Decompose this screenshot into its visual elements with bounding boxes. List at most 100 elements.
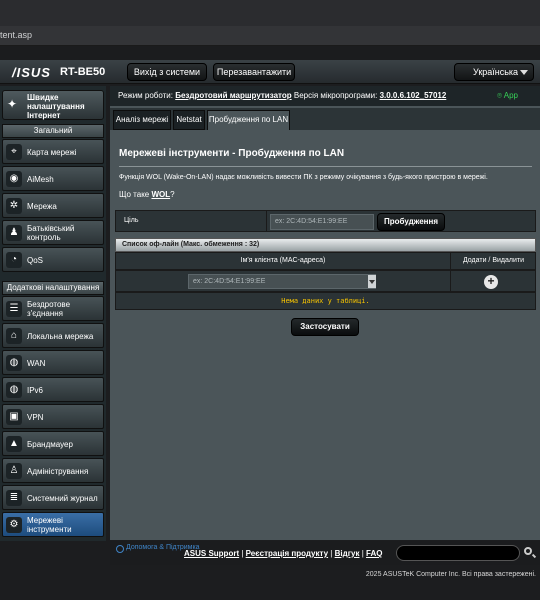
sidebar-item-lan[interactable]: ⌂ Локальна мережа xyxy=(2,323,104,348)
firmware-label: Версія мікропрограми: xyxy=(293,91,378,100)
footer-link-faq[interactable]: FAQ xyxy=(366,549,382,558)
status-bar: Режим роботи: Бездротовий маршрутизатор … xyxy=(110,86,540,106)
language-select[interactable]: Українська xyxy=(454,63,534,81)
client-dropdown-toggle[interactable] xyxy=(368,275,376,288)
sidebar-item-label: Брандмауер xyxy=(27,440,73,449)
tab-netstat[interactable]: Netstat xyxy=(173,110,205,130)
asus-logo: /ISUS xyxy=(12,65,51,80)
wifi-icon: ☰ xyxy=(6,301,22,317)
tab-wake-on-lan[interactable]: Пробудження по LAN xyxy=(207,110,290,130)
sidebar-item-firewall[interactable]: ▲ Брандмауер xyxy=(2,431,104,456)
help-icon xyxy=(116,545,124,553)
column-client: Ім'я клієнта (MAC-адреса) xyxy=(240,257,326,264)
empty-table-message: Нема даних у таблиці. xyxy=(115,292,536,310)
sidebar-item-label: Мережеві інструменти xyxy=(27,516,72,534)
sidebar-item-administration[interactable]: ♙ Адміністрування xyxy=(2,458,104,483)
network-icon: ✲ xyxy=(6,198,22,214)
sidebar-item-label: Бездротове з'єднання xyxy=(27,300,71,318)
search-input[interactable] xyxy=(396,545,520,561)
gear-icon: ⚙ xyxy=(6,517,22,533)
log-icon: ≣ xyxy=(6,490,22,506)
general-section-header: Загальний xyxy=(2,124,104,138)
cell-divider xyxy=(266,211,267,231)
sidebar-item-network-map[interactable]: ⌖ Карта мережі xyxy=(2,139,104,164)
sidebar-item-label: Адміністрування xyxy=(27,467,89,476)
sidebar-item-label: WAN xyxy=(27,359,46,368)
search-icon[interactable] xyxy=(524,547,532,555)
reboot-button[interactable]: Перезавантажити xyxy=(213,63,295,81)
client-mac-input[interactable]: ex: 2C:4D:54:E1:99:EE xyxy=(188,274,376,289)
footer-link-support[interactable]: ASUS Support xyxy=(184,549,239,558)
aimesh-icon: ◉ xyxy=(6,171,22,187)
network-map-icon: ⌖ xyxy=(6,144,22,160)
ipv6-globe-icon: ◍ xyxy=(6,382,22,398)
advanced-section-header: Додаткові налаштування xyxy=(2,281,104,295)
footer: Допомога & Підтримка ASUS Support | Реєс… xyxy=(110,541,540,565)
sidebar-item-system-log[interactable]: ≣ Системний журнал xyxy=(2,485,104,510)
sidebar-item-network-tools[interactable]: ⚙ Мережеві інструменти xyxy=(2,512,104,537)
model-name: RT-BE50 xyxy=(60,66,106,78)
sidebar-item-qos[interactable]: ◔ QoS xyxy=(2,247,104,272)
fire-icon: ▲ xyxy=(6,436,22,452)
sidebar-item-label: IPv6 xyxy=(27,386,44,395)
wol-question-prefix: Що таке xyxy=(119,190,152,199)
firmware-link[interactable]: 3.0.0.6.102_57012 xyxy=(380,91,447,100)
cell-divider xyxy=(450,271,451,291)
language-value: Українська xyxy=(473,67,519,77)
quick-setup-label: Швидке налаштування Інтернет xyxy=(27,93,85,120)
sidebar-item-label: Локальна мережа xyxy=(27,332,94,341)
mode-link[interactable]: Бездротовий маршрутизатор xyxy=(175,91,291,100)
target-mac-input[interactable]: ex: 2C:4D:54:E1:99:EE xyxy=(270,214,374,230)
target-label: Ціль xyxy=(124,217,139,224)
sidebar-item-parental-control[interactable]: ♟ Батьківський контроль xyxy=(2,220,104,245)
qos-icon: ◔ xyxy=(6,252,22,268)
footer-links: ASUS Support | Реєстрація продукту | Від… xyxy=(184,549,383,558)
offline-list-header: Список оф-лайн (Макс. обмеження : 32) xyxy=(115,238,536,252)
sidebar-item-label: QoS xyxy=(27,256,44,265)
vpn-icon: ▣ xyxy=(6,409,22,425)
sidebar-item-wireless[interactable]: ☰ Бездротове з'єднання xyxy=(2,296,104,321)
sidebar-item-wan[interactable]: ◍ WAN xyxy=(2,350,104,375)
sidebar-item-vpn[interactable]: ▣ VPN xyxy=(2,404,104,429)
app-label: App xyxy=(503,91,518,100)
chevron-down-icon xyxy=(520,70,528,75)
sidebar-item-label: Системний журнал xyxy=(27,494,98,503)
sidebar-item-network[interactable]: ✲ Мережа xyxy=(2,193,104,218)
sidebar-item-aimesh[interactable]: ◉ AiMesh xyxy=(2,166,104,191)
wol-question: Що таке WOL? xyxy=(119,190,175,199)
page-title: Мережеві інструменти - Пробудження по LA… xyxy=(119,148,345,159)
add-icon[interactable]: + xyxy=(484,275,498,289)
sidebar-item-label: Батьківський контроль xyxy=(27,224,75,242)
wand-icon: ✦ xyxy=(7,97,18,111)
sidebar-item-label: Карта мережі xyxy=(27,148,77,157)
app-link[interactable]: ⌾ App xyxy=(497,86,518,106)
apply-button[interactable]: Застосувати xyxy=(291,318,359,336)
wol-question-suffix: ? xyxy=(170,190,175,199)
lan-icon: ⌂ xyxy=(6,328,22,344)
tab-network-analysis[interactable]: Аналіз мережі xyxy=(113,110,171,130)
admin-icon: ♙ xyxy=(6,463,22,479)
footer-link-registration[interactable]: Реєстрація продукту xyxy=(246,549,328,558)
address-bar[interactable]: tent.asp xyxy=(0,26,540,46)
router-header: /ISUS RT-BE50 Вихід з системи Перезавант… xyxy=(0,60,540,84)
main-content: Режим роботи: Бездротовий маршрутизатор … xyxy=(110,86,540,540)
sidebar-item-label: VPN xyxy=(27,413,44,422)
sidebar-item-label: AiMesh xyxy=(27,175,54,184)
quick-setup-button[interactable]: ✦ Швидке налаштування Інтернет xyxy=(2,90,104,120)
footer-link-feedback[interactable]: Відгук xyxy=(335,549,360,558)
address-text: tent.asp xyxy=(0,30,33,40)
tab-bar: Аналіз мережі Netstat Пробудження по LAN xyxy=(110,108,540,130)
mode-label: Режим роботи: xyxy=(118,91,173,100)
wol-description: Функція WOL (Wake-On-LAN) надає можливіс… xyxy=(119,174,488,181)
sidebar-item-label: Мережа xyxy=(27,202,57,211)
browser-tab-strip xyxy=(0,0,540,26)
wol-link[interactable]: WOL xyxy=(151,190,170,199)
title-divider xyxy=(119,166,532,167)
globe-icon: ◍ xyxy=(6,355,22,371)
wake-button[interactable]: Пробудження xyxy=(377,213,445,231)
target-row: Ціль ex: 2C:4D:54:E1:99:EE Пробудження xyxy=(115,210,536,232)
offline-list-columns: Ім'я клієнта (MAC-адреса) Додати / Видал… xyxy=(115,252,536,270)
logout-button[interactable]: Вихід з системи xyxy=(127,63,207,81)
browser-spacer xyxy=(0,46,540,60)
sidebar-item-ipv6[interactable]: ◍ IPv6 xyxy=(2,377,104,402)
